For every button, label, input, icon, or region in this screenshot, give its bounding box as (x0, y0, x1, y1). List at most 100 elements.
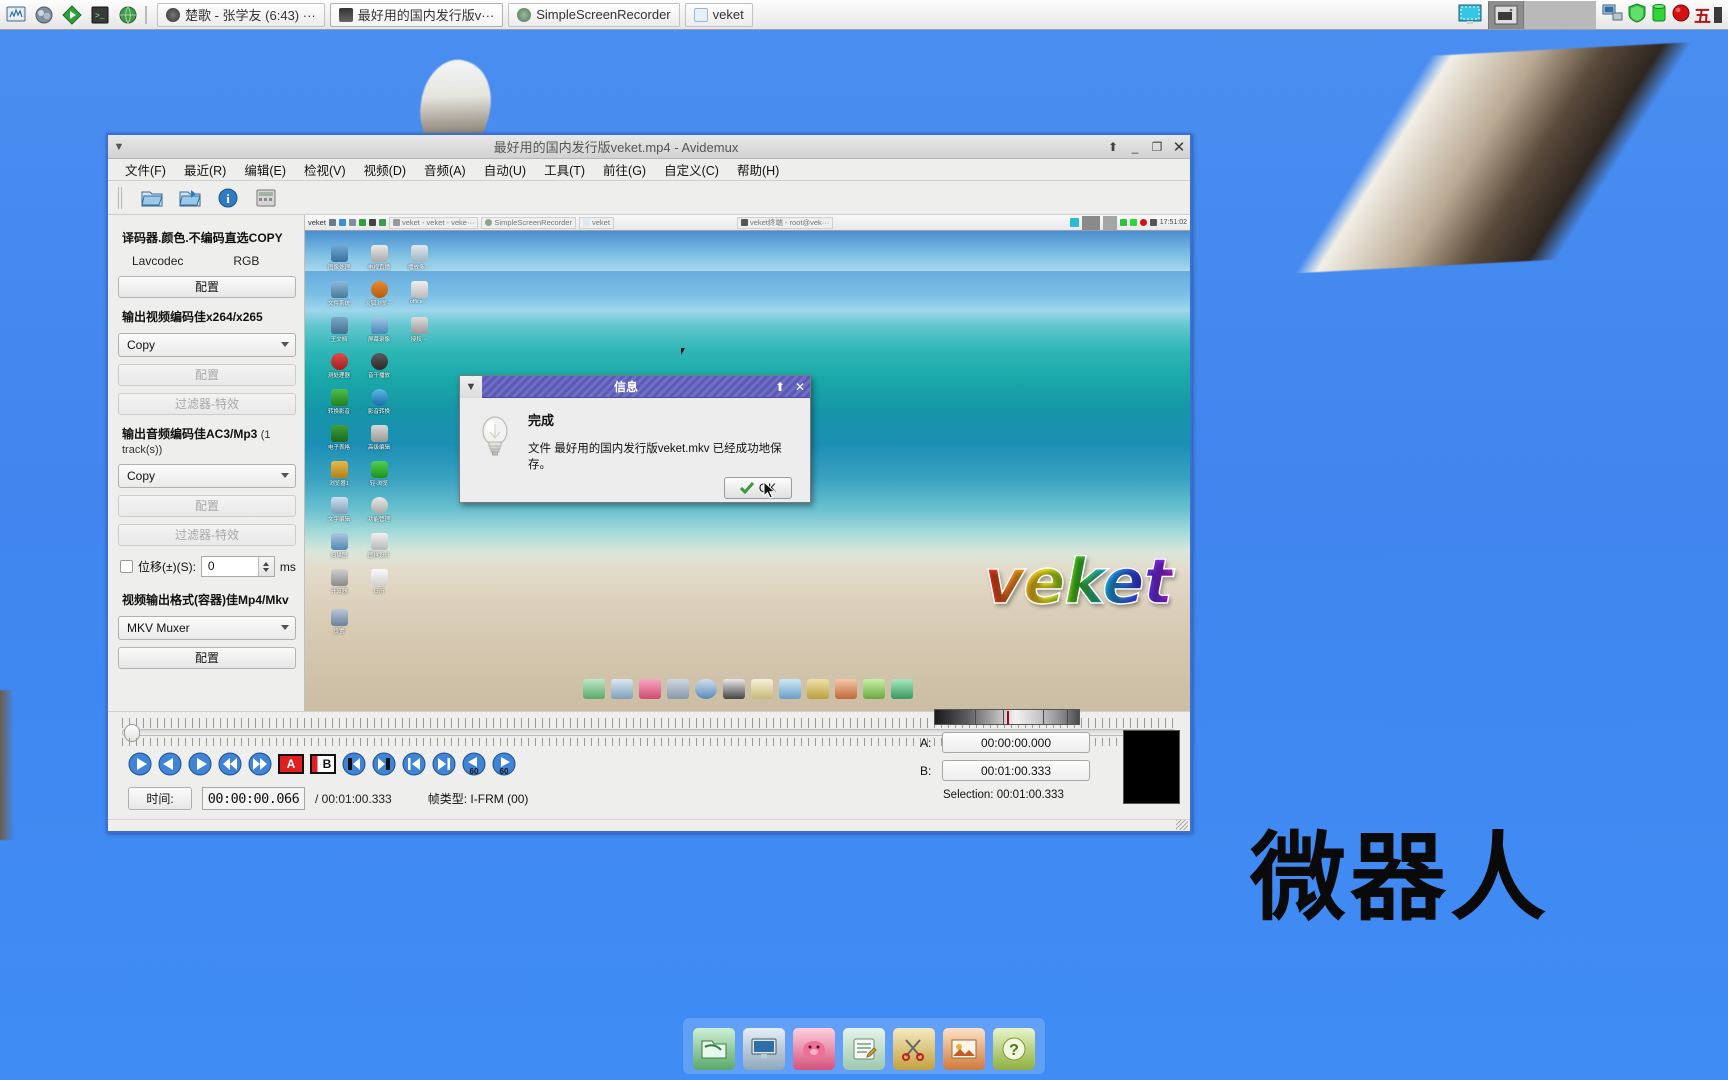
prev-icon[interactable] (158, 752, 182, 776)
menu-auto[interactable]: 自动(U) (475, 158, 535, 181)
menu-goto[interactable]: 前往(G) (594, 158, 655, 181)
chevron-down-icon (281, 625, 289, 630)
prev-keyframe-icon[interactable] (218, 752, 242, 776)
menu-custom[interactable]: 自定义(C) (655, 158, 728, 181)
prev-black-icon[interactable] (402, 752, 426, 776)
nested-task-1: veket - veket - veke··· (388, 216, 479, 229)
close-icon[interactable]: ✕ (1168, 136, 1190, 158)
ok-button[interactable]: OK (724, 476, 792, 499)
marker-b-field[interactable]: 00:01:00.333 (942, 760, 1090, 781)
menu-tools[interactable]: 工具(T) (535, 158, 594, 181)
stepper-buttons[interactable] (257, 557, 274, 576)
task-button-recorder[interactable]: SimpleScreenRecorder (508, 2, 680, 27)
nested-dock-compass-icon (666, 679, 689, 699)
encoder-settings-panel: 译码器.颜色.不编码直选COPY Lavcodec RGB 配置 输出视频编码佳… (108, 215, 304, 711)
next-icon[interactable] (188, 752, 212, 776)
next-black-icon[interactable] (432, 752, 456, 776)
play-diamond-icon[interactable] (60, 3, 84, 27)
task-button-veket[interactable]: veket (684, 2, 753, 27)
nested-mouse-cursor (681, 348, 688, 355)
menu-recent[interactable]: 最近(R) (175, 158, 235, 181)
current-time-field[interactable]: 00:00:00.066 (202, 787, 305, 810)
globe-people-icon[interactable] (32, 3, 56, 27)
frame-gradient-bar[interactable] (934, 709, 1080, 725)
audio-codec-select[interactable]: Copy (118, 464, 296, 488)
tray-extra-icon[interactable] (1714, 6, 1722, 23)
taskbar-pager-2[interactable] (1560, 0, 1596, 29)
nested-tray-block-2 (1102, 215, 1117, 230)
time-label-button[interactable]: 时间: (128, 787, 192, 810)
nested-dock-install-icon (890, 679, 913, 699)
close-icon[interactable]: ✕ (790, 377, 810, 397)
text-editor-icon[interactable] (843, 1028, 885, 1070)
task-button-audio[interactable]: 楚歌 - 张学友 (6:43) ··· (157, 2, 325, 27)
dialog-titlebar[interactable]: ▼ 信息 ⬆ ✕ (460, 375, 810, 398)
nested-dock-penguin-icon (722, 679, 745, 699)
calculator-icon[interactable] (253, 185, 279, 211)
back-60-icon[interactable]: 60 (462, 752, 486, 776)
menu-audio[interactable]: 音频(A) (415, 158, 475, 181)
video-codec-select[interactable]: Copy (118, 333, 296, 357)
desktop-wallpaper-edge (0, 690, 14, 840)
pin-icon[interactable]: ⬆ (1102, 136, 1124, 158)
minimize-icon[interactable]: _ (1124, 136, 1146, 158)
pink-pig-icon[interactable] (793, 1028, 835, 1070)
forward-60-icon[interactable]: 60 (492, 752, 516, 776)
menubar: 文件(F) 最近(R) 编辑(E) 检视(V) 视频(D) 音频(A) 自动(U… (108, 159, 1190, 181)
video-preview[interactable]: veket veket - veket - veke··· SimpleScre… (304, 215, 1190, 711)
resize-grip[interactable] (1176, 820, 1188, 830)
nested-dock-computer-icon (610, 679, 633, 699)
computer-icon[interactable] (743, 1028, 785, 1070)
menu-view[interactable]: 检视(V) (295, 158, 355, 181)
frame-type-caption: 帧类型: (427, 792, 468, 806)
next-keyframe-icon[interactable] (248, 752, 272, 776)
save-file-icon[interactable] (177, 185, 203, 211)
world-icon[interactable] (116, 3, 140, 27)
go-end-icon[interactable] (372, 752, 396, 776)
avidemux-titlebar[interactable]: ▼ 最好用的国内发行版veket.mp4 - Avidemux ⬆ _ ❐ ✕ (108, 135, 1190, 159)
marker-b-icon[interactable]: B (310, 754, 336, 774)
decoder-config-button[interactable]: 配置 (118, 276, 296, 298)
network-computer-icon[interactable] (1602, 4, 1624, 25)
power-red-icon[interactable] (1671, 3, 1691, 26)
decoder-name: Lavcodec (132, 254, 184, 268)
container-select[interactable]: MKV Muxer (118, 616, 296, 640)
toolbar-grip[interactable] (118, 186, 123, 209)
shade-icon[interactable]: ▼ (460, 375, 482, 398)
audio-shift-stepper[interactable]: 0 (200, 556, 275, 577)
task-button-video[interactable]: 最好用的国内发行版v··· (329, 2, 504, 27)
info-icon[interactable]: i (215, 185, 241, 211)
task-label: veket (712, 7, 744, 22)
monitor-chart-icon[interactable] (4, 3, 28, 27)
task-label: 楚歌 - 张学友 (6:43) ··· (185, 8, 316, 23)
terminal-icon[interactable]: >_ (88, 3, 112, 27)
marker-a-icon[interactable]: A (278, 754, 304, 774)
marker-a-field[interactable]: 00:00:00.000 (942, 732, 1090, 753)
play-icon[interactable] (128, 752, 152, 776)
shield-green-icon[interactable] (1627, 3, 1647, 26)
file-manager-icon[interactable] (693, 1028, 735, 1070)
desktop-watermark: 微器人 (1250, 822, 1550, 934)
open-file-icon[interactable] (139, 185, 165, 211)
taskbar-pager-1[interactable] (1524, 0, 1560, 29)
shade-icon[interactable]: ▼ (108, 136, 130, 158)
menu-file[interactable]: 文件(F) (116, 158, 175, 181)
help-question-icon[interactable]: ? (993, 1028, 1035, 1070)
audio-shift-checkbox[interactable] (120, 560, 133, 573)
nested-tray-battery-icon (1129, 219, 1137, 226)
maximize-icon[interactable]: ❐ (1146, 136, 1168, 158)
pin-icon[interactable]: ⬆ (770, 377, 790, 397)
screen-capture-icon[interactable] (1452, 1, 1488, 29)
dialog-body: 完成 文件 最好用的国内发行版veket.mkv 已经成功地保存。 (460, 398, 810, 473)
container-config-button[interactable]: 配置 (118, 647, 296, 669)
menu-video[interactable]: 视频(D) (355, 158, 415, 181)
archive-icon[interactable] (1488, 0, 1524, 29)
audio-filter-button: 过滤器-特效 (118, 524, 296, 546)
photo-app-icon[interactable] (943, 1028, 985, 1070)
go-start-icon[interactable] (342, 752, 366, 776)
audio-codec-value: Copy (127, 469, 156, 483)
menu-help[interactable]: 帮助(H) (728, 158, 788, 181)
scissors-icon[interactable] (893, 1028, 935, 1070)
battery-green-icon[interactable] (1650, 3, 1668, 26)
menu-edit[interactable]: 编辑(E) (235, 158, 295, 181)
